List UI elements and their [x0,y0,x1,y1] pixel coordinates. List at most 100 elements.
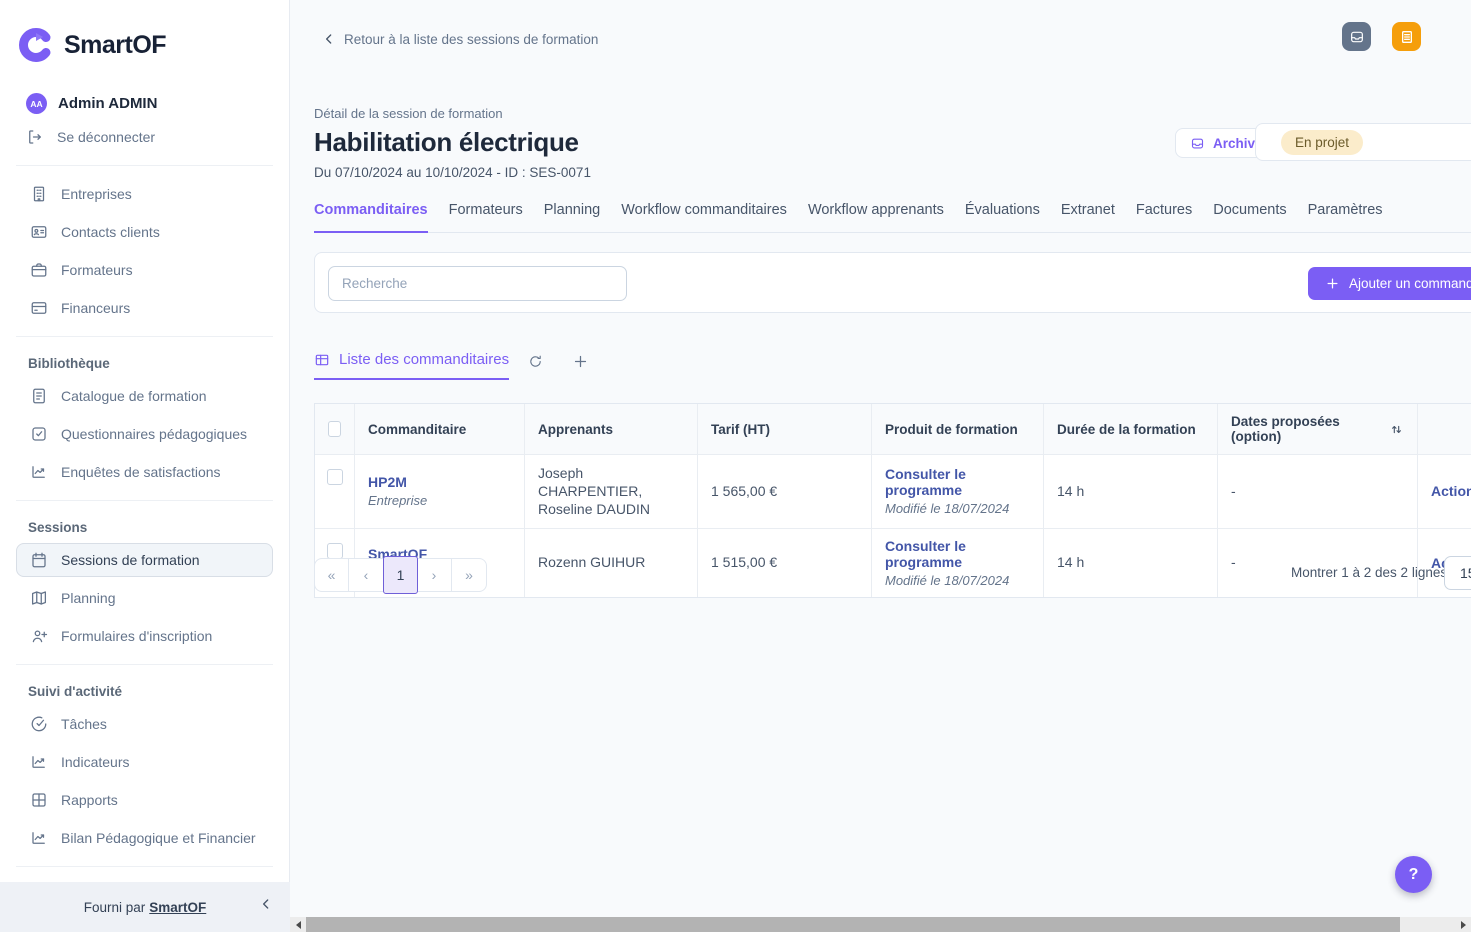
sidebar-item-enquetes[interactable]: Enquêtes de satisfactions [0,453,289,491]
main-content: Retour à la liste des sessions de format… [290,0,1471,932]
tab-workflow-apprenants[interactable]: Workflow apprenants [808,202,944,232]
credit-card-icon [31,302,47,314]
status-select[interactable]: En projet [1255,123,1471,161]
status-badge: En projet [1281,129,1364,155]
commanditaire-cell: HP2M Entreprise [355,455,525,528]
checkbox-icon [32,427,46,441]
add-row-button[interactable] [572,353,589,370]
add-commanditaire-button[interactable]: Ajouter un commanditaire [1308,267,1471,300]
sidebar-item-indicateurs[interactable]: Indicateurs [0,743,289,781]
scroll-left-button[interactable] [290,917,306,932]
tab-evaluations[interactable]: Évaluations [965,202,1040,232]
sidebar-item-logout[interactable]: Se déconnecter [0,118,289,156]
archive-icon [1191,138,1204,148]
page-subtitle: Détail de la session de formation [314,106,503,121]
inbox-button[interactable] [1342,22,1371,51]
sidebar-item-label: Bilan Pédagogique et Financier [61,830,256,846]
divider [16,336,273,337]
scrollbar-thumb[interactable] [306,917,1400,932]
col-duree: Durée de la formation [1044,404,1218,454]
sidebar-item-formulaires[interactable]: Formulaires d'inscription [0,617,289,655]
col-commanditaire: Commanditaire [355,404,525,454]
list-tab-commanditaires[interactable]: Liste des commanditaires [314,351,510,380]
user-row: AA Admin ADMIN [26,93,289,114]
sidebar-item-sessions-formation[interactable]: Sessions de formation [16,543,273,577]
logout-icon [29,130,41,144]
programme-link[interactable]: Consulter le programme [885,466,1030,498]
sidebar-item-formateurs[interactable]: Formateurs [0,251,289,289]
back-link[interactable]: Retour à la liste des sessions de format… [321,31,598,47]
page-size-select[interactable]: 15 [1444,556,1471,590]
sidebar-item-taches[interactable]: Tâches [0,705,289,743]
footer-brand-link[interactable]: SmartOF [149,900,206,915]
chart-line-icon [32,756,45,768]
tab-workflow-commanditaires[interactable]: Workflow commanditaires [621,202,787,232]
sidebar-item-bilan[interactable]: Bilan Pédagogique et Financier [0,819,289,857]
tarif-cell: 1 565,00 € [698,455,872,528]
tab-documents[interactable]: Documents [1213,202,1286,232]
duree-cell: 14 h [1044,455,1218,528]
help-button[interactable]: ? [1395,856,1432,893]
sidebar-item-label: Catalogue de formation [61,388,207,404]
divider [16,866,273,867]
sidebar-item-catalogue[interactable]: Catalogue de formation [0,377,289,415]
produit-note: Modifié le 18/07/2024 [885,501,1010,517]
sidebar-item-label: Entreprises [61,186,132,202]
list-section-header: Liste des commanditaires [314,351,589,380]
chevron-left-icon [326,34,332,44]
sidebar-item-planning[interactable]: Planning [0,579,289,617]
scroll-right-button[interactable] [1455,917,1471,932]
tab-extranet[interactable]: Extranet [1061,202,1115,232]
apprenants-cell: Joseph CHARPENTIER, Roseline DAUDIN [525,455,698,528]
logo: SmartOF [18,27,289,63]
pagination-last-button[interactable]: » [452,558,487,592]
pagination-page-1[interactable]: 1 [383,556,418,594]
pagination-prev-button[interactable]: ‹ [349,558,384,592]
title-block: Détail de la session de formation Habili… [314,106,591,180]
id-card-icon [31,226,47,238]
table-header-row: Commanditaire Apprenants Tarif (HT) Prod… [315,404,1471,454]
programme-link[interactable]: Consulter le programme [885,538,1030,570]
form-button[interactable] [1392,22,1421,51]
sidebar-item-label: Questionnaires pédagogiques [61,426,248,442]
session-meta: Du 07/10/2024 au 10/10/2024 - ID : SES-0… [314,165,591,180]
tab-bar: Commanditaires Formateurs Planning Workf… [314,202,1471,233]
refresh-button[interactable] [528,354,543,369]
sidebar-section-sessions: Sessions [28,520,88,535]
col-dates: Dates proposées (option) [1218,404,1418,454]
select-all-checkbox[interactable] [328,421,341,437]
tab-commanditaires[interactable]: Commanditaires [314,202,428,233]
commanditaire-link[interactable]: HP2M [368,474,511,490]
select-all-cell [315,404,355,454]
sidebar-item-questionnaires[interactable]: Questionnaires pédagogiques [0,415,289,453]
refresh-icon [530,355,541,367]
sidebar-item-contacts-clients[interactable]: Contacts clients [0,213,289,251]
pagination-next-button[interactable]: › [417,558,452,592]
table-row: SmartOF Entreprise Rozenn GUIHUR 1 515,0… [315,527,1471,597]
list-section-title: Liste des commanditaires [339,351,510,368]
triangle-right-icon [1460,920,1466,929]
sidebar: SmartOF AA Admin ADMIN Se déconnecter En… [0,0,290,932]
sidebar-item-label: Planning [61,590,116,606]
tab-formateurs[interactable]: Formateurs [449,202,523,232]
sidebar-item-rapports[interactable]: Rapports [0,781,289,819]
sort-icon[interactable] [1389,422,1404,437]
row-checkbox[interactable] [326,469,343,485]
search-input[interactable] [328,266,627,301]
calendar-icon [32,552,46,568]
chart-line-icon [32,466,45,478]
sidebar-collapse-button[interactable] [258,896,274,915]
row-actions-button[interactable]: Actions [1431,483,1471,499]
tab-parametres[interactable]: Paramètres [1308,202,1383,232]
pagination-first-button[interactable]: « [314,558,349,592]
tab-factures[interactable]: Factures [1136,202,1192,232]
produit-cell: Consulter le programme Modifié le 18/07/… [872,528,1044,597]
dates-cell: - [1218,455,1418,528]
avatar: AA [26,93,47,114]
sidebar-item-financeurs[interactable]: Financeurs [0,289,289,327]
divider [16,664,273,665]
tab-planning[interactable]: Planning [544,202,600,232]
table-grid-icon [315,354,329,365]
chart-line-icon [32,832,45,844]
sidebar-item-entreprises[interactable]: Entreprises [0,175,289,213]
